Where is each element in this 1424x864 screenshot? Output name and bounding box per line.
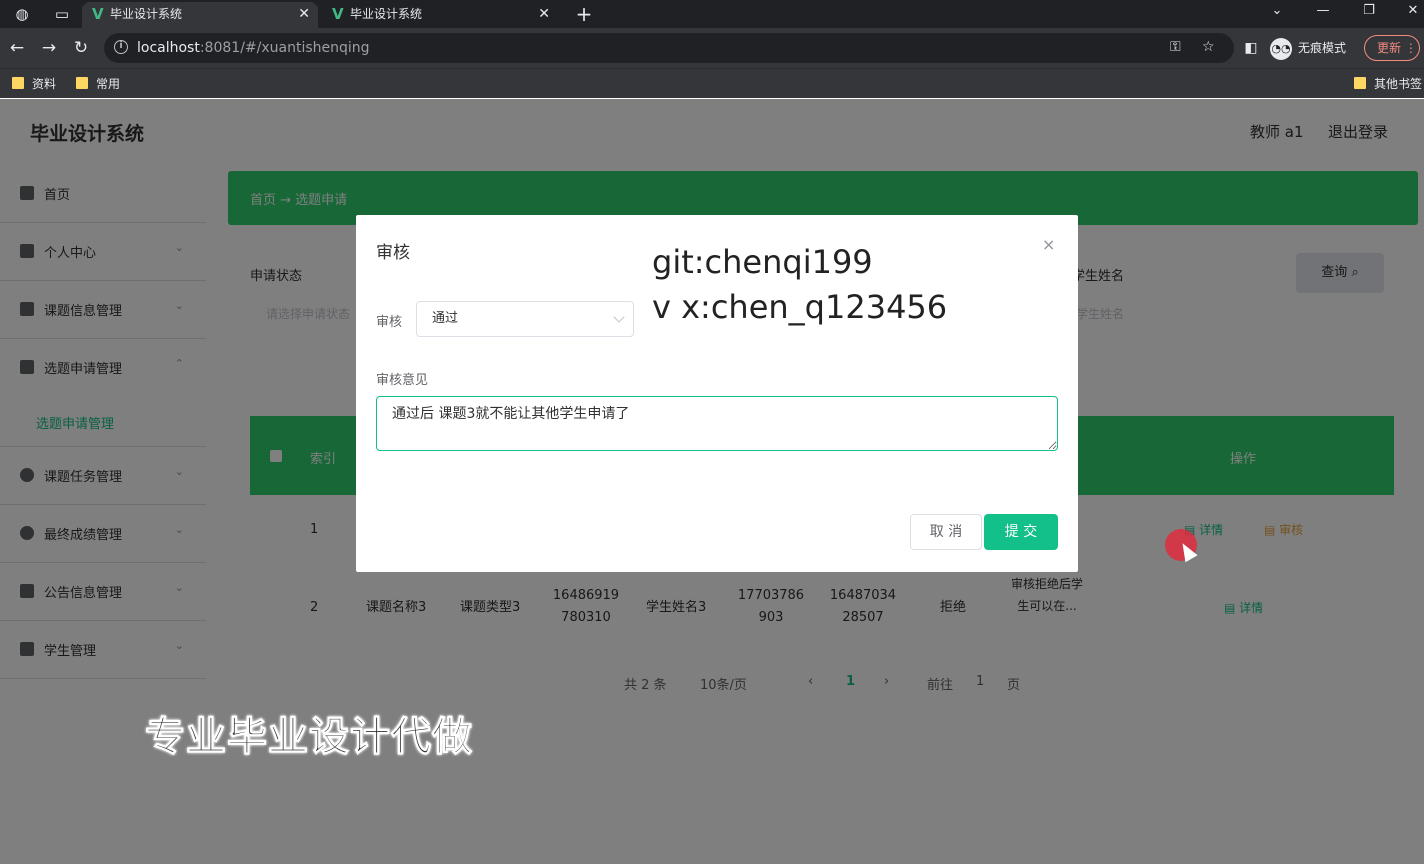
video-watermark-vx: v x:chen_q123456 [652,288,948,326]
close-window-icon[interactable]: ✕ [1398,0,1424,24]
incognito-label: 无痕模式 [1298,41,1347,55]
address-bar-row: ← → ↻ i localhost:8081/#/xuantishenqing … [0,28,1424,68]
new-tab-icon[interactable]: + [574,4,594,24]
close-icon[interactable]: × [1042,235,1055,254]
bookmark-folder-1[interactable]: 资料 [12,75,56,93]
cancel-button[interactable]: 取 消 [910,514,982,550]
folder-icon [76,77,88,89]
tab-list-icon[interactable]: ⌄ [1262,0,1292,24]
site-info-icon[interactable]: i [114,40,128,54]
chevron-down-icon [613,311,625,323]
browser-tab-bar: ◍ ▭ V 毕业设计系统 ✕ V 毕业设计系统 ✕ + ⌄ — ❐ ✕ [0,0,1424,28]
browser-tab-2[interactable]: V 毕业设计系统 ✕ [322,2,558,28]
incognito-indicator[interactable]: ◔◔ 无痕模式 [1270,35,1346,61]
close-tab-icon[interactable]: ✕ [538,2,550,26]
incognito-icon: ◔◔ [1270,37,1292,60]
side-panel-icon[interactable]: ◧ [1240,37,1262,59]
opinion-field-label: 审核意见 [376,373,429,388]
dialog-title: 审核 [376,243,410,263]
minimize-icon[interactable]: — [1308,0,1338,24]
vue-logo-icon: V [92,5,104,23]
audit-select-value: 通过 [432,311,459,326]
update-button[interactable]: 更新 ⋮ [1364,35,1420,61]
tab-title: 毕业设计系统 [110,7,183,21]
folder-icon [1354,77,1366,89]
bookmark-label: 常用 [96,77,121,91]
bookmark-folder-2[interactable]: 常用 [76,75,120,93]
globe-icon[interactable]: ◍ [12,4,32,24]
audit-dialog: 审核 × git:chenqi199 v x:chen_q123456 审核 通… [356,215,1078,572]
browser-tab-1[interactable]: V 毕业设计系统 ✕ [82,2,318,28]
bookmarks-bar: 资料 常用 其他书签 [0,68,1424,98]
back-icon[interactable]: ← [6,37,28,59]
url-path: :8081/#/xuantishenqing [199,40,370,56]
forward-icon[interactable]: → [38,37,60,59]
update-label: 更新 [1377,41,1402,55]
other-bookmarks[interactable]: 其他书签 [1354,75,1422,93]
audit-select[interactable]: 通过 [416,301,634,337]
url-text: localhost:8081/#/xuantishenqing [137,33,370,63]
opinion-textarea[interactable]: 通过后 课题3就不能让其他学生申请了 [376,396,1058,451]
close-tab-icon[interactable]: ✕ [298,2,310,26]
url-input[interactable]: i localhost:8081/#/xuantishenqing ⚿ ☆ [104,33,1234,63]
restore-icon[interactable]: ❐ [1354,0,1384,24]
tab-search-icon[interactable]: ▭ [52,4,72,24]
folder-icon [12,77,24,89]
bookmark-label: 资料 [32,77,57,91]
bookmark-star-icon[interactable]: ☆ [1202,39,1215,55]
key-icon[interactable]: ⚿ [1170,39,1181,55]
reload-icon[interactable]: ↻ [70,37,92,59]
video-watermark-subtitle: 专业毕业设计代做 [145,714,473,761]
url-host: localhost [137,40,200,56]
audit-field-label: 审核 [376,315,403,330]
other-bookmarks-label: 其他书签 [1374,77,1423,91]
vue-logo-icon: V [332,5,344,23]
video-watermark-git: git:chenqi199 [652,243,873,281]
tab-title: 毕业设计系统 [350,7,423,21]
submit-button[interactable]: 提 交 [984,514,1058,550]
